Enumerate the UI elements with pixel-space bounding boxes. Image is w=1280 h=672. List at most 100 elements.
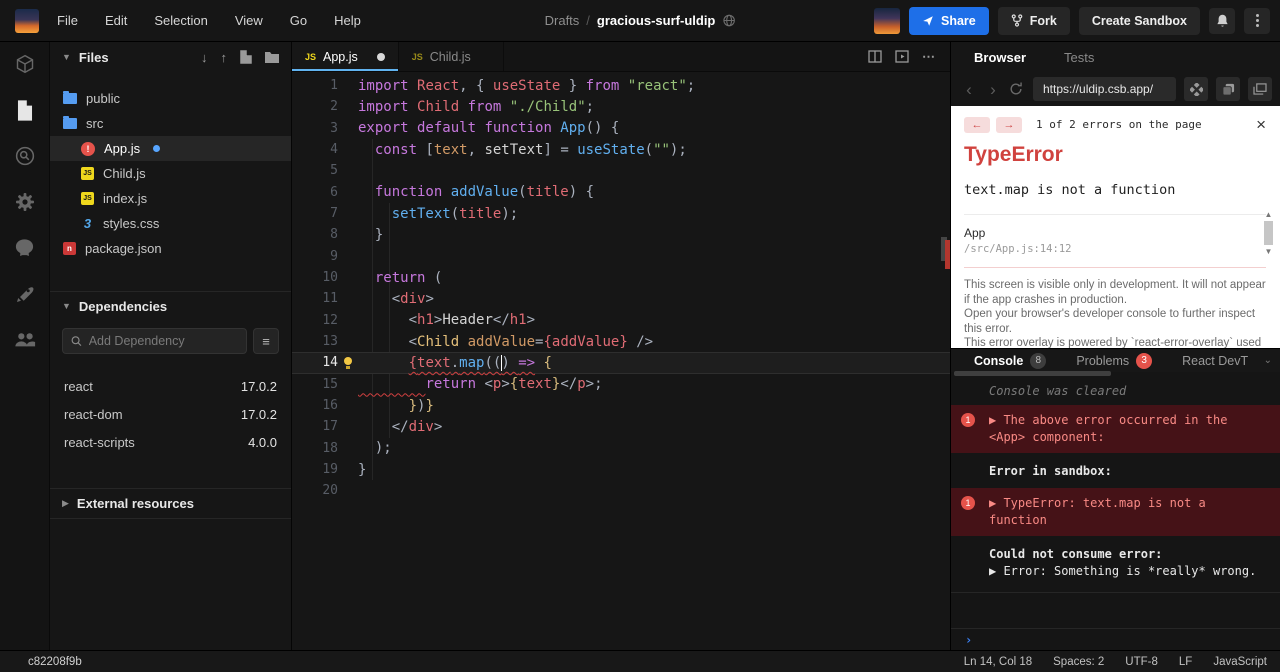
- console-input-prompt[interactable]: ›: [951, 628, 1280, 650]
- breadcrumb[interactable]: Drafts / gracious-surf-uldip: [545, 13, 736, 28]
- sort-up-icon[interactable]: ↑: [221, 50, 228, 65]
- dependency-react-dom[interactable]: react-dom 17.0.2: [50, 400, 291, 428]
- code-line-11[interactable]: 11 <div>: [292, 288, 950, 309]
- code-line-12[interactable]: 12 <h1>Header</h1>: [292, 310, 950, 331]
- code-line-20[interactable]: 20: [292, 480, 950, 501]
- menu-view[interactable]: View: [235, 13, 263, 28]
- deployment-rocket-icon[interactable]: [14, 283, 36, 305]
- dependency-search[interactable]: [62, 328, 247, 354]
- breadcrumb-section[interactable]: Drafts: [545, 13, 580, 28]
- new-folder-icon[interactable]: [265, 51, 279, 63]
- menu-file[interactable]: File: [57, 13, 78, 28]
- console-tabs-scrollbar[interactable]: [954, 371, 1111, 376]
- console-tab-react-devt[interactable]: React DevT: [1182, 354, 1248, 368]
- code-line-1[interactable]: 1 import React, { useState } from "react"…: [292, 75, 950, 96]
- status-spaces[interactable]: Spaces: 2: [1053, 656, 1104, 668]
- status-ln[interactable]: Ln 14, Col 18: [964, 656, 1032, 668]
- next-error-button[interactable]: →: [996, 116, 1022, 133]
- sort-down-icon[interactable]: ↓: [201, 50, 208, 65]
- add-dependency-input[interactable]: [88, 334, 238, 348]
- code-line-19[interactable]: 19}: [292, 459, 950, 480]
- code-line-6[interactable]: 6 function addValue(title) {: [292, 182, 950, 203]
- github-icon[interactable]: [14, 237, 36, 259]
- create-sandbox-button[interactable]: Create Sandbox: [1078, 6, 1200, 35]
- status-javascript[interactable]: JavaScript: [1213, 656, 1267, 668]
- notifications-button[interactable]: [1209, 7, 1235, 34]
- external-resources-header[interactable]: ▶ External resources: [50, 489, 291, 518]
- code-line-13[interactable]: 13 <Child addValue={addValue} />: [292, 331, 950, 352]
- file-src[interactable]: src: [50, 111, 291, 136]
- menu-selection[interactable]: Selection: [154, 13, 207, 28]
- back-icon[interactable]: ‹: [961, 81, 977, 98]
- code-line-18[interactable]: 18 );: [292, 438, 950, 459]
- dependency-react[interactable]: react 17.0.2: [50, 372, 291, 400]
- lightbulb-icon[interactable]: [342, 356, 354, 369]
- code-line-4[interactable]: 4 const [text, setText] = useState("");: [292, 139, 950, 160]
- responsive-mode-button[interactable]: [1184, 77, 1208, 101]
- new-file-icon[interactable]: [240, 50, 252, 64]
- code-line-3[interactable]: 3 export default function App() {: [292, 118, 950, 139]
- code-editor[interactable]: 1 import React, { useState } from "react"…: [292, 72, 950, 650]
- console-error-row[interactable]: 1 ▶ TypeError: text.map is not a function: [951, 488, 1280, 536]
- code-line-2[interactable]: 2 import Child from "./Child";: [292, 96, 950, 117]
- code-line-10[interactable]: 10 return (: [292, 267, 950, 288]
- menu-edit[interactable]: Edit: [105, 13, 127, 28]
- copy-url-button[interactable]: [1216, 77, 1240, 101]
- preview-tab-tests[interactable]: Tests: [1064, 50, 1094, 65]
- stack-frame[interactable]: App /src/App.js:14:12: [964, 226, 1266, 255]
- share-button[interactable]: Share: [908, 6, 989, 35]
- open-preview-icon[interactable]: [895, 50, 909, 63]
- file-Child.js[interactable]: JS Child.js: [50, 161, 291, 186]
- files-section-header[interactable]: ▼ Files ↓ ↑: [50, 42, 291, 72]
- code-line-15[interactable]: 15 return <p>{text}</p>;: [292, 374, 950, 395]
- split-editor-icon[interactable]: [868, 50, 882, 63]
- file-package.json[interactable]: n package.json: [50, 236, 291, 261]
- console-error-row[interactable]: 1 ▶ The above error occurred in the <App>…: [951, 405, 1280, 453]
- file-public[interactable]: public: [50, 86, 291, 111]
- scroll-down-icon[interactable]: ▼: [1265, 247, 1273, 256]
- code-line-14[interactable]: 14 {text.map(() => {: [292, 352, 950, 374]
- code-line-16[interactable]: 16 })}: [292, 395, 950, 416]
- code-line-17[interactable]: 17 </div>: [292, 416, 950, 437]
- console-tab-console[interactable]: Console 8: [974, 352, 1047, 369]
- dependency-list-button[interactable]: ≡: [253, 328, 279, 354]
- code-line-9[interactable]: 9: [292, 246, 950, 267]
- menu-go[interactable]: Go: [290, 13, 307, 28]
- preview-tab-browser[interactable]: Browser: [974, 50, 1026, 65]
- user-avatar[interactable]: [873, 7, 900, 34]
- code-line-7[interactable]: 7 setText(title);: [292, 203, 950, 224]
- console-log-row[interactable]: Error in sandbox:: [951, 460, 1280, 483]
- console-expand-chevron-icon[interactable]: ⌄: [1264, 355, 1272, 366]
- menu-help[interactable]: Help: [334, 13, 361, 28]
- file-explorer-icon[interactable]: [14, 99, 36, 121]
- tab-Child.js[interactable]: JS Child.js: [399, 42, 504, 71]
- url-bar[interactable]: [1033, 77, 1176, 101]
- file-App.js[interactable]: ! App.js: [50, 136, 291, 161]
- live-collaboration-users-icon[interactable]: [14, 329, 36, 351]
- forward-icon[interactable]: ›: [985, 81, 1001, 98]
- status-utf-8[interactable]: UTF-8: [1125, 656, 1158, 668]
- settings-gear-icon[interactable]: [14, 191, 36, 213]
- prev-error-button[interactable]: ←: [964, 116, 990, 133]
- file-index.js[interactable]: JS index.js: [50, 186, 291, 211]
- sandbox-title[interactable]: gracious-surf-uldip: [597, 13, 715, 28]
- overlay-scrollbar-thumb[interactable]: [1264, 221, 1273, 245]
- open-in-new-window-button[interactable]: [1248, 77, 1272, 101]
- sandbox-cube-icon[interactable]: [14, 53, 36, 75]
- file-styles.css[interactable]: 3 styles.css: [50, 211, 291, 236]
- scroll-up-icon[interactable]: ▲: [1265, 210, 1273, 219]
- fork-button[interactable]: Fork: [997, 6, 1070, 35]
- refresh-icon[interactable]: [1009, 82, 1025, 96]
- codesandbox-logo[interactable]: [15, 8, 39, 33]
- console-tab-problems[interactable]: Problems 3: [1076, 352, 1153, 369]
- tab-App.js[interactable]: JS App.js: [292, 42, 399, 71]
- dependency-react-scripts[interactable]: react-scripts 4.0.0: [50, 428, 291, 456]
- url-input[interactable]: [1043, 82, 1166, 96]
- search-icon[interactable]: [14, 145, 36, 167]
- more-actions-icon[interactable]: ⋯: [922, 49, 936, 65]
- code-line-5[interactable]: 5: [292, 160, 950, 181]
- more-options-button[interactable]: [1244, 7, 1270, 34]
- dependencies-section-header[interactable]: ▼ Dependencies: [50, 292, 291, 320]
- status-lf[interactable]: LF: [1179, 656, 1192, 668]
- code-line-8[interactable]: 8 }: [292, 224, 950, 245]
